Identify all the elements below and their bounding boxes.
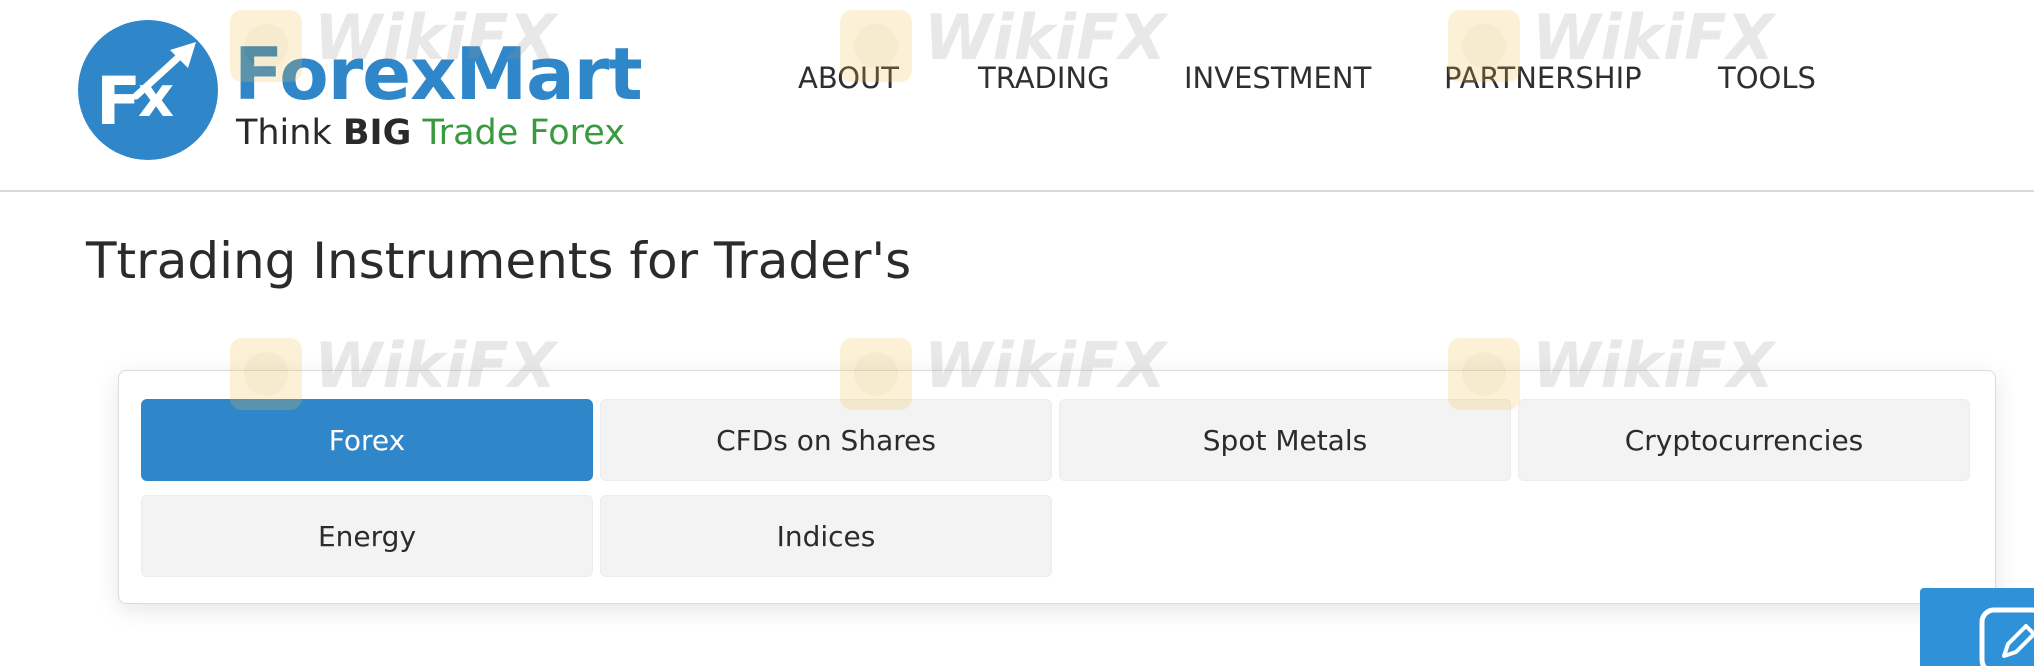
tagline-trade: Trade Forex bbox=[411, 113, 625, 153]
tab-cryptocurrencies[interactable]: Cryptocurrencies bbox=[1518, 399, 1970, 481]
tagline-big: BIG bbox=[342, 113, 412, 153]
page: F x ForexMart Think BIG Trade Forex ABOU… bbox=[0, 0, 2034, 666]
nav-about[interactable]: ABOUT bbox=[798, 56, 899, 100]
edit-icon bbox=[1979, 607, 2034, 666]
tab-forex[interactable]: Forex bbox=[141, 399, 593, 481]
site-header: F x ForexMart Think BIG Trade Forex ABOU… bbox=[0, 0, 2034, 192]
fx-logo-icon: F x bbox=[78, 20, 218, 160]
tab-cfds-on-shares[interactable]: CFDs on Shares bbox=[600, 399, 1052, 481]
logo-wordmark: ForexMart bbox=[234, 32, 643, 116]
instrument-tabs-panel: Forex CFDs on Shares Spot Metals Cryptoc… bbox=[118, 370, 1996, 604]
logo-tagline: Think BIG Trade Forex bbox=[236, 110, 625, 156]
nav-partnership[interactable]: PARTNERSHIP bbox=[1444, 56, 1642, 100]
forexmart-logo[interactable]: F x ForexMart Think BIG Trade Forex bbox=[78, 20, 643, 162]
nav-trading[interactable]: TRADING bbox=[978, 56, 1110, 100]
floating-edit-widget[interactable] bbox=[1920, 588, 2034, 666]
nav-investment[interactable]: INVESTMENT bbox=[1184, 56, 1371, 100]
tab-spot-metals[interactable]: Spot Metals bbox=[1059, 399, 1511, 481]
svg-text:F: F bbox=[96, 63, 141, 140]
nav-tools[interactable]: TOOLS bbox=[1718, 56, 1816, 100]
page-title: Ttrading Instruments for Trader's bbox=[86, 232, 912, 290]
tab-energy[interactable]: Energy bbox=[141, 495, 593, 577]
tab-indices[interactable]: Indices bbox=[600, 495, 1052, 577]
tagline-think: Think bbox=[236, 113, 343, 153]
